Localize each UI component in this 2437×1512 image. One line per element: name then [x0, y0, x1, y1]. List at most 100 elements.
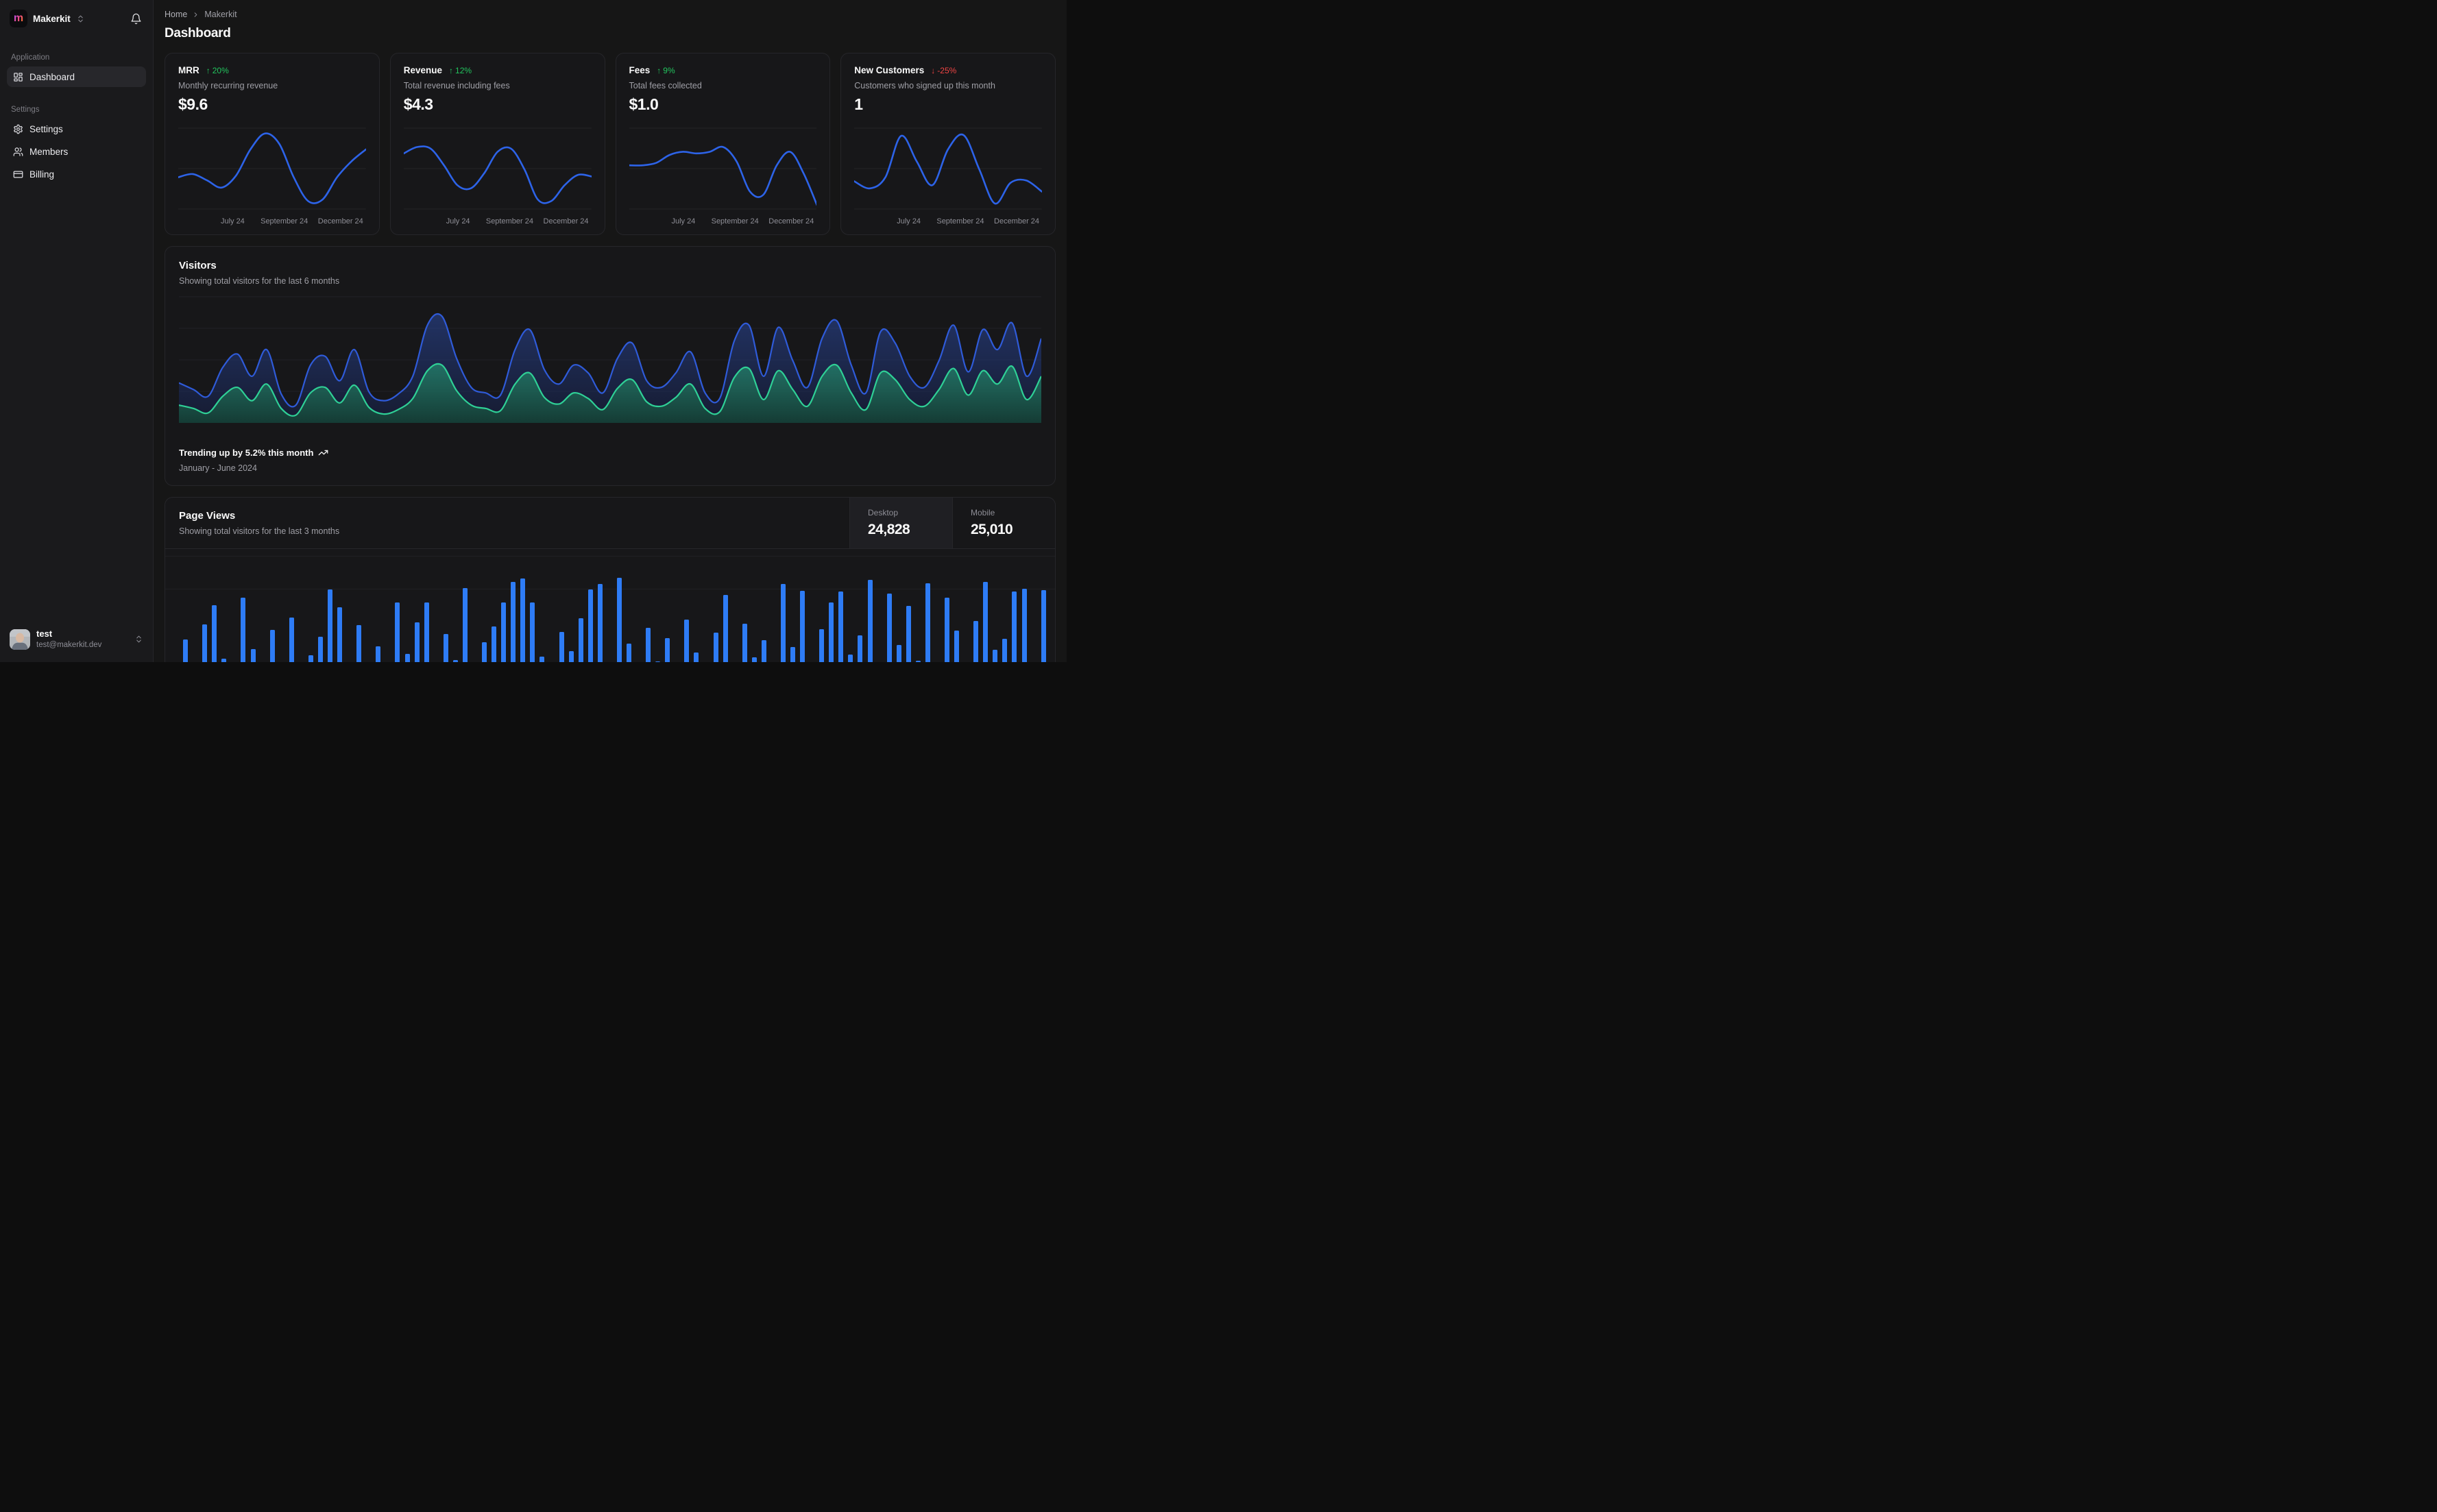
page-views-bar	[1002, 639, 1008, 662]
notifications-button[interactable]	[128, 10, 145, 27]
page-views-bar	[597, 584, 603, 662]
page-views-bar	[915, 661, 921, 662]
sidebar-item-billing[interactable]: Billing	[7, 164, 146, 184]
page-views-bar	[443, 634, 448, 662]
sparkline-chart: July 24 September 24 December 24	[629, 125, 817, 229]
trend-value: -25%	[937, 65, 957, 75]
page-title: Dashboard	[165, 26, 231, 40]
page-views-bar	[578, 618, 583, 662]
workspace-selector[interactable]: m Makerkit	[10, 10, 85, 27]
chevrons-up-down-icon	[76, 14, 85, 23]
page-views-bar	[452, 660, 458, 662]
toggle-label: Desktop	[868, 508, 899, 517]
axis-tick-label: September 24	[260, 217, 308, 225]
axis-tick-label: July 24	[220, 217, 245, 225]
page-views-bar	[616, 578, 622, 662]
page-views-bar	[993, 650, 998, 662]
page-views-bar	[713, 633, 718, 662]
page-views-bar	[790, 647, 795, 662]
page-views-bar	[511, 582, 516, 662]
toggle-value: 25,010	[971, 522, 1013, 537]
toggle-mobile[interactable]: Mobile 25,010	[952, 498, 1055, 548]
user-menu[interactable]: test test@makerkit.dev	[7, 624, 146, 654]
page-views-bar	[646, 628, 651, 662]
breadcrumb-home-link[interactable]: Home	[165, 10, 187, 19]
trend-down-arrow-icon: ↓	[931, 65, 936, 75]
page-views-bar	[462, 588, 468, 662]
toggle-label: Mobile	[971, 508, 995, 517]
page-views-title: Page Views	[179, 510, 236, 522]
page-views-bar	[559, 632, 564, 662]
axis-tick-label: September 24	[936, 217, 984, 225]
page-views-subtitle: Showing total visitors for the last 3 mo…	[179, 526, 340, 536]
page-views-bar	[356, 625, 362, 662]
page-views-bar	[202, 624, 208, 662]
main-content: Home Makerkit Dashboard MRR ↑ 20% Monthly…	[154, 0, 1067, 662]
trend-value: 9%	[663, 65, 675, 75]
page-views-bar	[250, 649, 256, 662]
page-views-bar	[896, 645, 901, 662]
sparkline-chart: July 24 September 24 December 24	[178, 125, 366, 229]
visitors-title: Visitors	[179, 260, 217, 271]
layout-dashboard-icon	[14, 72, 23, 82]
visitors-subtitle: Showing total visitors for the last 6 mo…	[179, 276, 340, 286]
user-name: test	[36, 629, 53, 639]
trend-up-arrow-icon: ↑	[449, 65, 454, 75]
page-views-bar	[761, 640, 766, 662]
stat-description: Monthly recurring revenue	[178, 81, 278, 90]
page-views-bar	[376, 646, 381, 662]
page-views-bar	[867, 580, 873, 662]
sidebar-item-settings[interactable]: Settings	[7, 119, 146, 139]
axis-tick-label: July 24	[446, 217, 470, 225]
chevron-right-icon	[192, 11, 199, 19]
trend-up-arrow-icon: ↑	[206, 65, 210, 75]
page-views-bar	[183, 639, 189, 662]
axis-tick-label: September 24	[711, 217, 759, 225]
page-views-bar	[328, 589, 332, 662]
page-views-bar	[742, 624, 747, 662]
axis-tick-label: September 24	[485, 217, 533, 225]
gear-icon	[14, 124, 23, 134]
axis-tick-label: December 24	[317, 217, 363, 225]
page-views-bar	[751, 657, 757, 662]
page-views-bar	[221, 659, 227, 662]
page-views-bar	[404, 654, 410, 662]
page-views-bar	[501, 602, 507, 662]
toggle-desktop[interactable]: Desktop 24,828	[849, 498, 952, 548]
sidebar-item-members[interactable]: Members	[7, 141, 146, 162]
page-views-bar	[800, 591, 805, 662]
stat-card-fees: Fees ↑ 9% Total fees collected $1.0 July …	[615, 53, 831, 235]
chevrons-up-down-icon	[134, 635, 143, 644]
axis-tick-label: December 24	[994, 217, 1040, 225]
stat-card-new-customers: New Customers ↓ -25% Customers who signed…	[840, 53, 1056, 235]
trend-badge: ↑ 9%	[657, 66, 675, 75]
avatar	[10, 629, 30, 650]
breadcrumb-current: Makerkit	[204, 10, 237, 19]
page-views-bar	[530, 602, 535, 662]
stat-title: MRR	[178, 65, 199, 75]
makerkit-logo: m	[10, 10, 27, 27]
page-views-bar	[308, 655, 313, 662]
page-views-bar	[945, 598, 949, 662]
page-views-bar	[587, 589, 593, 662]
page-views-bar	[829, 602, 834, 662]
sidebar-item-dashboard[interactable]: Dashboard	[7, 66, 146, 87]
sidebar-item-label: Settings	[29, 123, 63, 134]
breadcrumb: Home Makerkit	[165, 10, 1056, 19]
bell-icon	[131, 13, 141, 24]
trend-badge: ↑ 12%	[449, 66, 472, 75]
sparkline-chart: July 24 September 24 December 24	[854, 125, 1042, 229]
trend-badge: ↓ -25%	[931, 66, 956, 75]
app-root: m Makerkit Application Dashboard Setting…	[0, 0, 1067, 662]
user-email: test@makerkit.dev	[36, 640, 102, 649]
page-views-bar	[492, 626, 497, 662]
page-views-card: Page Views Showing total visitors for th…	[165, 497, 1056, 662]
page-views-bar	[337, 607, 343, 662]
page-views-bar	[858, 635, 863, 662]
page-views-bar-chart	[165, 549, 1055, 662]
page-views-bar	[1021, 589, 1027, 662]
page-views-bar	[1012, 592, 1017, 662]
page-views-bar	[482, 642, 487, 662]
page-views-bar	[973, 621, 979, 662]
page-views-bar	[886, 594, 892, 662]
